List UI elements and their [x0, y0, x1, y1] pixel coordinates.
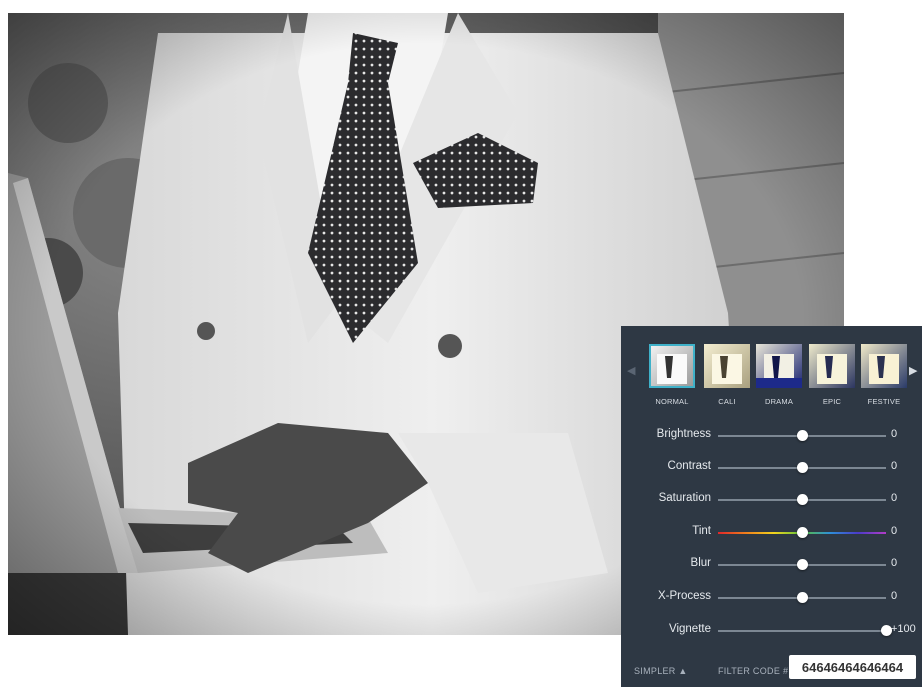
slider-knob[interactable]	[796, 527, 808, 538]
slider-value: 0	[891, 428, 898, 440]
slider-label: Blur	[690, 557, 711, 569]
filter-preview-image	[756, 344, 802, 388]
slider-knob[interactable]	[796, 559, 808, 570]
slider-knob[interactable]	[796, 430, 808, 441]
filter-code-label: FILTER CODE #	[718, 666, 789, 676]
slider-knob[interactable]	[796, 494, 808, 505]
slider-contrast[interactable]: Contrast 0	[621, 458, 922, 478]
filter-thumb-epic[interactable]: EPIC	[809, 344, 855, 406]
thumbnail-figure-icon	[817, 354, 847, 384]
slider-blur[interactable]: Blur 0	[621, 555, 922, 575]
thumbnail-figure-icon	[756, 354, 802, 388]
simpler-toggle[interactable]: SIMPLER ▲	[634, 666, 688, 676]
slider-knob[interactable]	[796, 592, 808, 603]
panel-footer: SIMPLER ▲ FILTER CODE #	[621, 652, 922, 687]
slider-knob[interactable]	[880, 625, 892, 636]
triangle-left-icon[interactable]: ◀	[627, 364, 635, 377]
filter-thumb-normal[interactable]: NORMAL	[649, 344, 695, 406]
filter-thumb-drama[interactable]: DRAMA	[756, 344, 802, 406]
slider-label: Vignette	[669, 623, 711, 635]
thumbnail-figure-icon	[657, 354, 687, 384]
filter-preview-image	[704, 344, 750, 388]
filter-strip: ◀ NORMAL CALI DRAMA EPIC FESTIVE ▶	[621, 326, 922, 408]
slider-value: 0	[891, 525, 898, 537]
filter-code-input[interactable]	[789, 655, 916, 679]
triangle-right-icon[interactable]: ▶	[909, 364, 917, 377]
slider-tint[interactable]: Tint 0	[621, 523, 922, 543]
slider-x-process[interactable]: X-Process 0	[621, 588, 922, 608]
slider-label: Contrast	[667, 460, 711, 472]
filter-preview-image	[809, 344, 855, 388]
slider-value: 0	[891, 590, 898, 602]
slider-value: 0	[891, 557, 898, 569]
filter-preview-image	[649, 344, 695, 388]
filter-preview-image	[861, 344, 907, 388]
filter-panel: ◀ NORMAL CALI DRAMA EPIC FESTIVE ▶ Brigh…	[621, 326, 922, 687]
slider-brightness[interactable]: Brightness 0	[621, 426, 922, 446]
slider-saturation[interactable]: Saturation 0	[621, 490, 922, 510]
slider-label: Brightness	[656, 428, 711, 440]
slider-value: 0	[891, 492, 898, 504]
thumbnail-figure-icon	[869, 354, 899, 384]
slider-value: +100	[891, 623, 916, 635]
thumbnail-figure-icon	[712, 354, 742, 384]
slider-label: X-Process	[657, 590, 711, 602]
slider-label: Saturation	[658, 492, 711, 504]
filter-thumb-festive[interactable]: FESTIVE	[861, 344, 907, 406]
slider-knob[interactable]	[796, 462, 808, 473]
slider-vignette[interactable]: Vignette +100	[621, 621, 922, 641]
slider-label: Tint	[692, 525, 711, 537]
filter-name: FESTIVE	[867, 397, 901, 406]
filter-thumb-cali[interactable]: CALI	[704, 344, 750, 406]
slider-value: 0	[891, 460, 898, 472]
slider-track[interactable]	[718, 630, 886, 632]
